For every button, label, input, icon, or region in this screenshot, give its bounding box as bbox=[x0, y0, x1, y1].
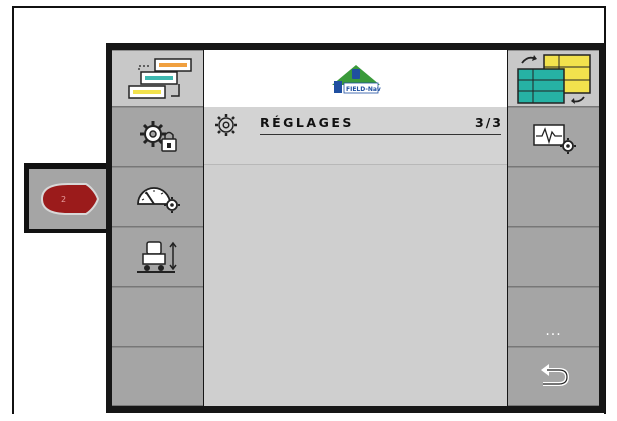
diagnostics-gear-icon bbox=[532, 124, 576, 154]
main-content: FIELD-Nav RÉGLAGES 3/3 bbox=[204, 50, 507, 406]
back-button[interactable] bbox=[508, 347, 599, 406]
side-tab[interactable]: 2 bbox=[24, 163, 106, 233]
diagnostics-button[interactable] bbox=[508, 107, 599, 167]
layout-button[interactable] bbox=[112, 50, 203, 107]
settings-lock-button[interactable] bbox=[112, 107, 203, 167]
title-underline bbox=[260, 134, 501, 135]
side-tab-panel[interactable]: 2 bbox=[29, 169, 106, 229]
empty-right-button-4[interactable] bbox=[508, 227, 599, 287]
settings-menu-row[interactable]: RÉGLAGES 3/3 bbox=[204, 107, 507, 165]
terminal-screen: FIELD-Nav RÉGLAGES 3/3 ... bbox=[106, 43, 605, 413]
speedometer-gear-icon bbox=[136, 187, 180, 213]
gear-lock-icon bbox=[139, 121, 177, 152]
menu-title: RÉGLAGES bbox=[260, 115, 354, 130]
empty-right-button-3[interactable] bbox=[508, 167, 599, 227]
implement-height-button[interactable] bbox=[112, 227, 203, 287]
empty-left-button-5[interactable] bbox=[112, 287, 203, 347]
switch-screen-icon bbox=[516, 53, 591, 104]
gear-icon bbox=[215, 114, 237, 136]
more-dots: ... bbox=[545, 323, 562, 339]
switch-layout-button[interactable] bbox=[508, 50, 599, 107]
empty-left-button-6[interactable] bbox=[112, 347, 203, 406]
speed-settings-button[interactable] bbox=[112, 167, 203, 227]
more-button[interactable]: ... bbox=[508, 287, 599, 347]
page-indicator: 3/3 bbox=[475, 115, 503, 130]
implement-height-icon bbox=[136, 241, 177, 273]
side-tab-badge: 2 bbox=[61, 195, 67, 204]
logo-bar: FIELD-Nav bbox=[204, 50, 507, 107]
field-nav-logo: FIELD-Nav bbox=[331, 64, 381, 93]
logo-text: FIELD-Nav bbox=[346, 86, 381, 93]
back-arrow-icon bbox=[540, 363, 569, 386]
layout-stack-icon bbox=[127, 57, 192, 99]
red-shield-icon bbox=[40, 183, 99, 215]
